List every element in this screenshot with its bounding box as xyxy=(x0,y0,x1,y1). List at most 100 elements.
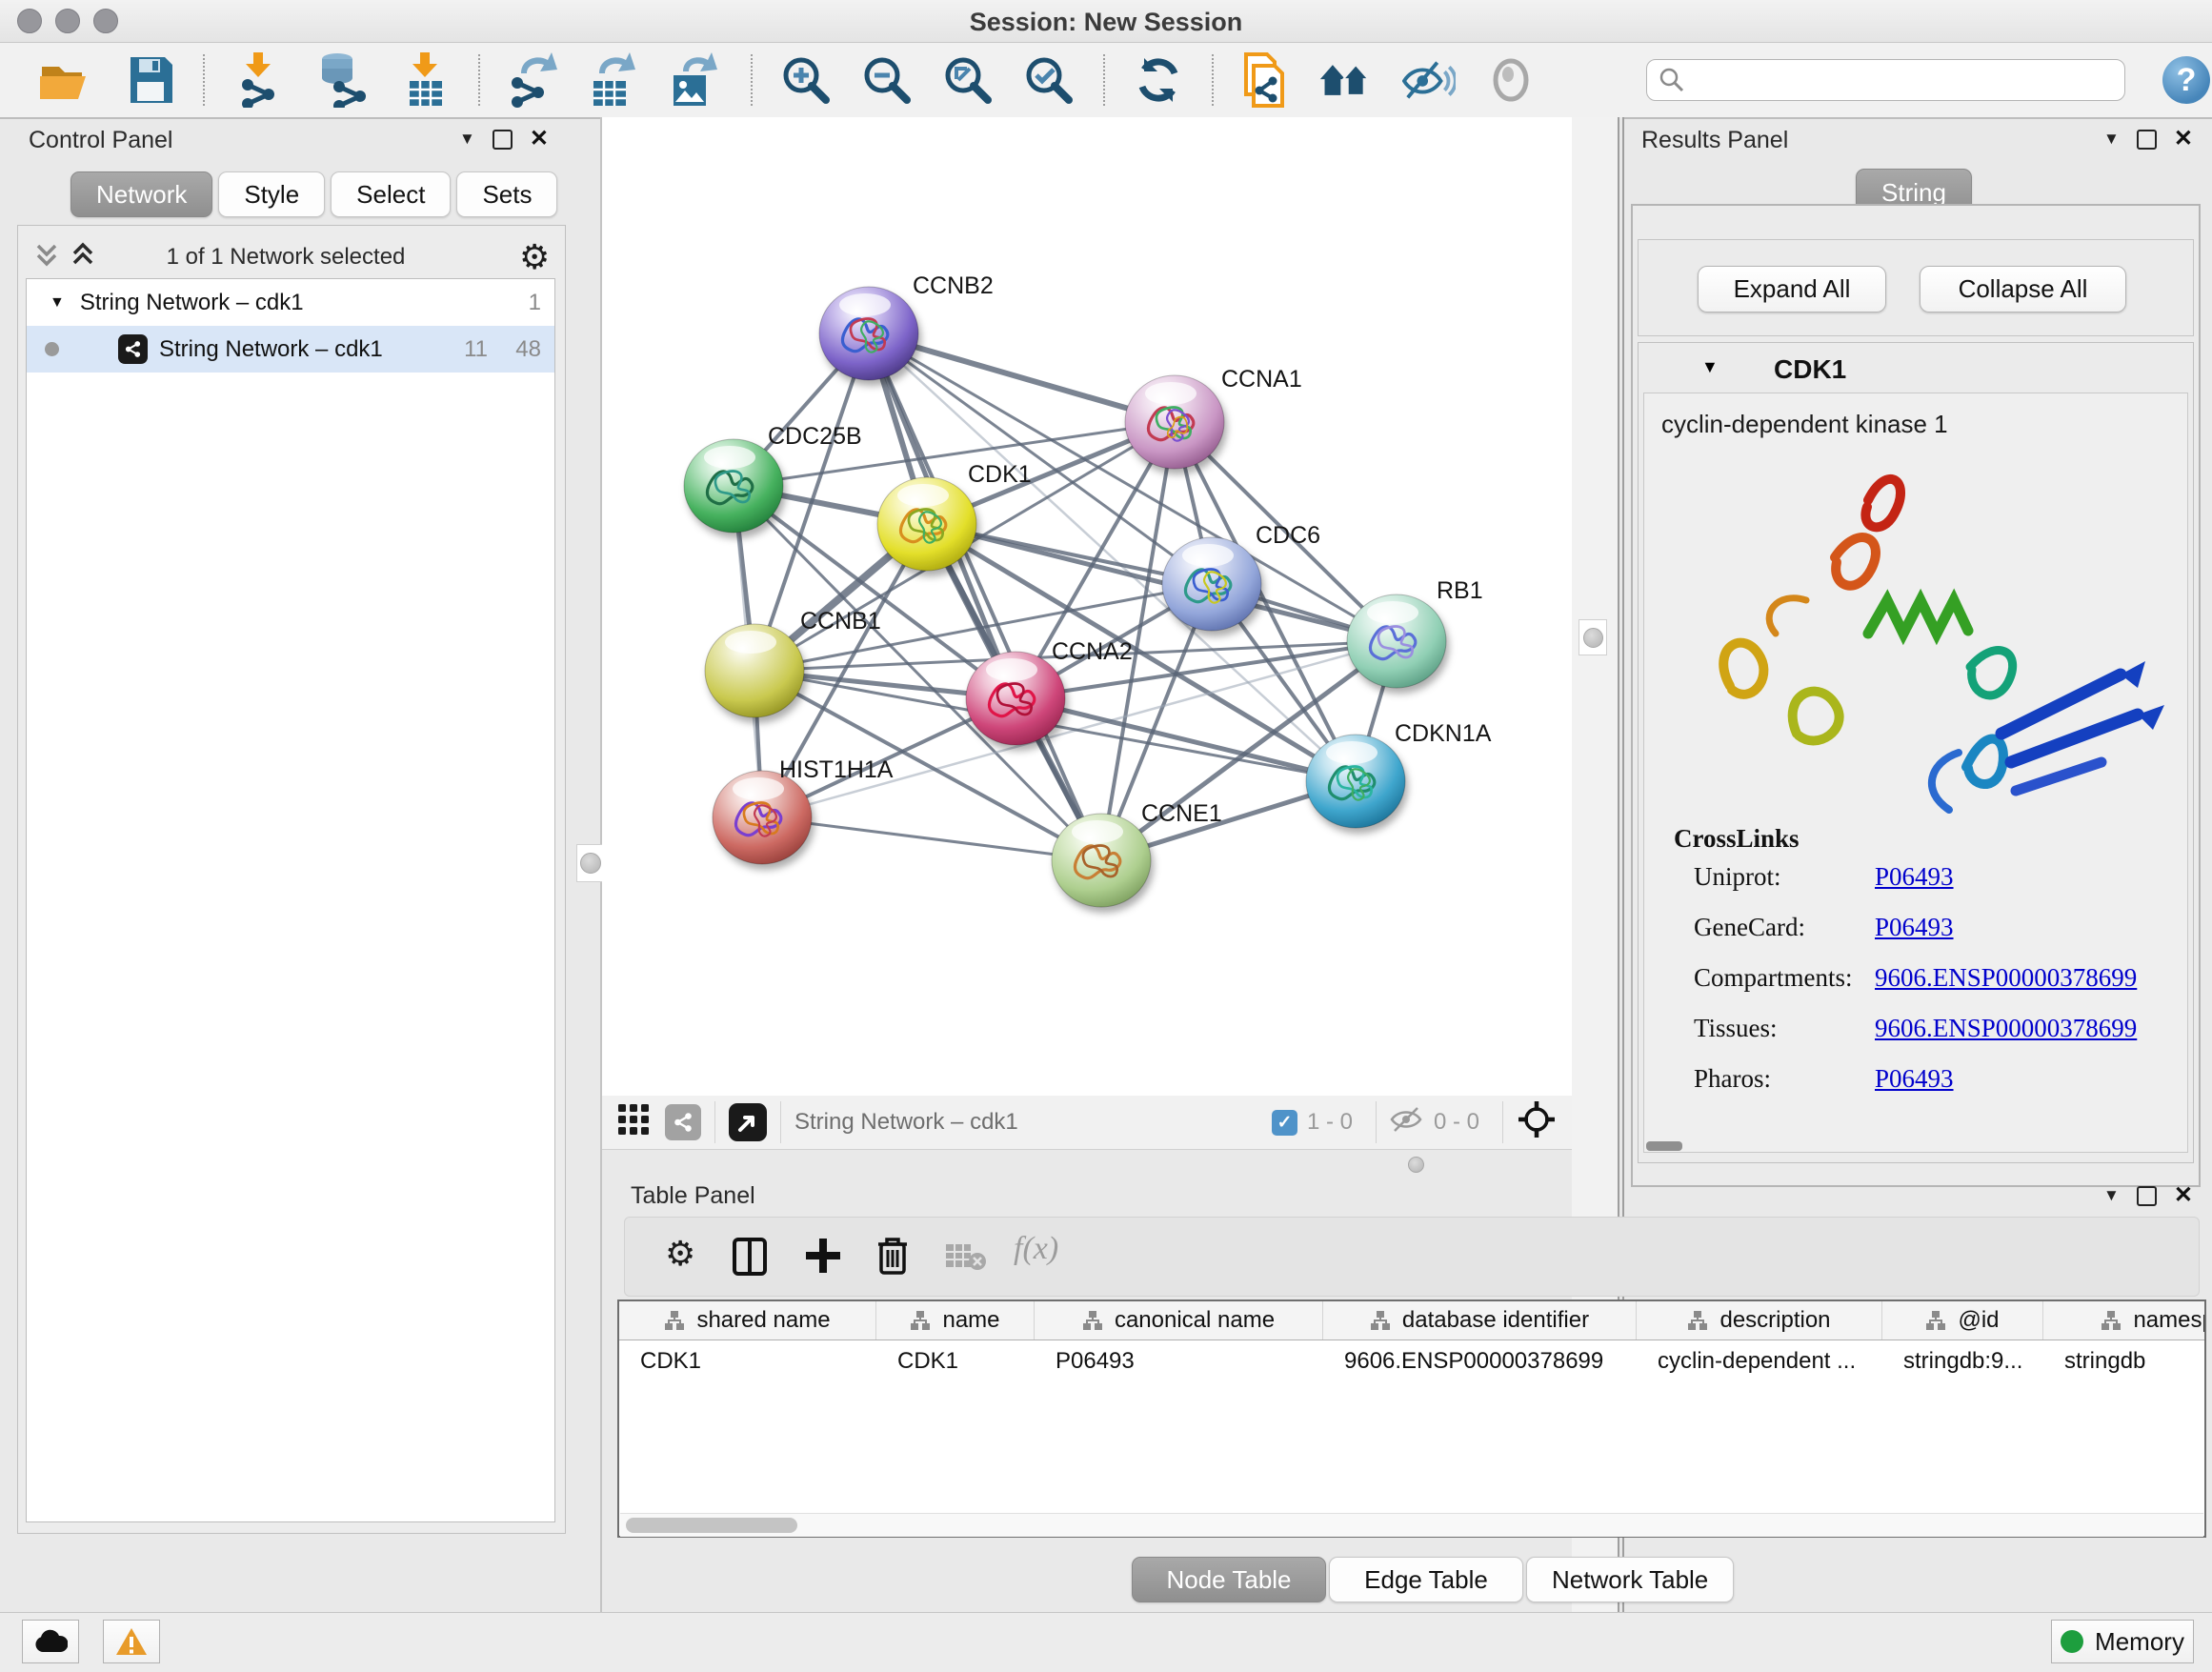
tab-network[interactable]: Network xyxy=(70,171,212,217)
import-table-button[interactable] xyxy=(398,52,452,108)
zoom-fit-button[interactable] xyxy=(941,52,995,108)
horizontal-splitter-handle[interactable] xyxy=(1408,1157,1424,1173)
tab-network-table[interactable]: Network Table xyxy=(1526,1557,1734,1602)
open-session-button[interactable] xyxy=(38,52,91,108)
import-network-button[interactable] xyxy=(233,52,287,108)
table-options-gear-icon[interactable]: ⚙ xyxy=(665,1237,695,1271)
export-image-button[interactable] xyxy=(667,52,720,108)
node-label-CDC6: CDC6 xyxy=(1256,522,1320,549)
column-header-database-identifier[interactable]: database identifier xyxy=(1323,1301,1637,1340)
network-options-gear-icon[interactable]: ⚙ xyxy=(519,240,550,274)
delete-column-icon[interactable] xyxy=(875,1235,911,1281)
expand-all-networks-icon[interactable] xyxy=(69,238,97,275)
network-collection-row[interactable]: ▼ String Network – cdk1 1 xyxy=(27,279,554,326)
memory-button[interactable]: Memory xyxy=(2051,1620,2194,1663)
close-panel-icon[interactable]: ✕ xyxy=(2174,1184,2193,1207)
search-box xyxy=(1646,59,2125,101)
node-CCNA1[interactable]: CCNA1 xyxy=(1125,366,1302,469)
delete-table-icon[interactable] xyxy=(945,1240,987,1278)
search-input[interactable] xyxy=(1693,66,2124,94)
node-label-CCNB1: CCNB1 xyxy=(800,608,881,635)
table-cell[interactable]: CDK1 xyxy=(876,1340,1035,1382)
float-panel-icon[interactable] xyxy=(2137,130,2157,150)
zoom-selected-button[interactable] xyxy=(1022,52,1076,108)
network-row-selected[interactable]: String Network – cdk1 11 48 xyxy=(27,326,554,373)
column-header-@id[interactable]: @id xyxy=(1882,1301,2043,1340)
crosslink-link[interactable]: 9606.ENSP00000378699 xyxy=(1875,1014,2137,1043)
tree-expander-icon[interactable]: ▼ xyxy=(50,294,65,312)
collapse-panel-icon[interactable]: ▼ xyxy=(459,130,475,149)
crosslink-link[interactable]: P06493 xyxy=(1875,1064,1954,1094)
table-cell[interactable]: stringdb:9... xyxy=(1882,1340,2043,1382)
birdseye-crosshair-icon[interactable] xyxy=(1517,1099,1557,1146)
import-database-button[interactable] xyxy=(314,52,368,108)
cloud-status-button[interactable] xyxy=(22,1620,79,1663)
table-cell[interactable]: cyclin-dependent ... xyxy=(1637,1340,1882,1382)
results-hscroll-thumb[interactable] xyxy=(1646,1141,1682,1151)
tab-node-table[interactable]: Node Table xyxy=(1132,1557,1326,1602)
export-table-button[interactable] xyxy=(585,52,638,108)
zoom-out-icon xyxy=(861,54,913,106)
column-header-description[interactable]: description xyxy=(1637,1301,1882,1340)
selected-checkbox-icon[interactable]: ✓ xyxy=(1272,1110,1297,1136)
node-HIST1H1A[interactable]: HIST1H1A xyxy=(713,756,894,864)
collapse-all-networks-icon[interactable] xyxy=(32,238,61,275)
network-row-label: String Network – cdk1 xyxy=(159,336,383,363)
copy-document-icon xyxy=(1240,52,1290,108)
network-canvas[interactable]: CCNB2CCNA1CDC25BCDK1CDC6RB1CCNB1CCNA2CDK… xyxy=(602,117,1572,1096)
function-builder-icon[interactable]: f(x) xyxy=(1014,1231,1058,1267)
float-panel-icon[interactable] xyxy=(2137,1186,2157,1206)
tab-style[interactable]: Style xyxy=(218,171,325,217)
hidden-eye-icon[interactable] xyxy=(1390,1105,1424,1140)
table-row[interactable]: CDK1CDK1P064939606.ENSP00000378699cyclin… xyxy=(619,1340,2204,1382)
left-splitter-handle[interactable] xyxy=(576,844,605,882)
zoom-out-button[interactable] xyxy=(860,52,914,108)
collapse-panel-icon[interactable]: ▼ xyxy=(2103,1186,2120,1205)
separator xyxy=(714,1101,715,1143)
add-column-icon[interactable] xyxy=(804,1237,842,1279)
copy-network-button[interactable] xyxy=(1238,52,1292,108)
tab-select[interactable]: Select xyxy=(331,171,451,217)
zoom-in-button[interactable] xyxy=(779,52,833,108)
network-share-view-icon[interactable] xyxy=(665,1104,701,1140)
collapse-panel-icon[interactable]: ▼ xyxy=(2103,130,2120,149)
crosslink-link[interactable]: P06493 xyxy=(1875,862,1954,892)
first-neighbors-button[interactable] xyxy=(1318,52,1372,108)
save-session-button[interactable] xyxy=(124,52,177,108)
table-hscroll-thumb[interactable] xyxy=(626,1518,797,1533)
help-button[interactable]: ? xyxy=(2162,56,2210,104)
collection-label: String Network – cdk1 xyxy=(80,290,304,316)
crosslink-link[interactable]: 9606.ENSP00000378699 xyxy=(1875,963,2137,993)
close-panel-icon[interactable]: ✕ xyxy=(530,128,549,151)
node-CCNB1[interactable]: CCNB1 xyxy=(705,608,881,717)
node-CDK1[interactable]: CDK1 xyxy=(877,461,1032,571)
hide-selected-button[interactable] xyxy=(1402,52,1456,108)
table-hscrollbar xyxy=(620,1513,2203,1537)
show-columns-icon[interactable] xyxy=(732,1237,768,1281)
column-header-name[interactable]: name xyxy=(876,1301,1035,1340)
column-header-namespace[interactable]: namespace xyxy=(2043,1301,2206,1340)
table-cell[interactable]: 9606.ENSP00000378699 xyxy=(1323,1340,1637,1382)
warnings-button[interactable] xyxy=(103,1620,160,1663)
show-all-button[interactable] xyxy=(1484,52,1538,108)
tab-sets[interactable]: Sets xyxy=(456,171,557,217)
column-header-shared-name[interactable]: shared name xyxy=(619,1301,876,1340)
collapse-all-button[interactable]: Collapse All xyxy=(1920,266,2126,312)
detach-view-icon[interactable] xyxy=(729,1103,767,1141)
node-RB1[interactable]: RB1 xyxy=(1347,577,1483,688)
column-header-canonical-name[interactable]: canonical name xyxy=(1035,1301,1323,1340)
close-panel-icon[interactable]: ✕ xyxy=(2174,128,2193,151)
section-expander-icon[interactable]: ▼ xyxy=(1701,357,1719,377)
right-splitter-handle[interactable] xyxy=(1579,619,1607,655)
crosslink-link[interactable]: P06493 xyxy=(1875,913,1954,942)
float-panel-icon[interactable] xyxy=(493,130,513,150)
table-cell[interactable]: stringdb xyxy=(2043,1340,2206,1382)
refresh-button[interactable] xyxy=(1132,52,1185,108)
tab-edge-table[interactable]: Edge Table xyxy=(1329,1557,1523,1602)
grid-view-icon[interactable] xyxy=(617,1103,650,1142)
network-graph[interactable]: CCNB2CCNA1CDC25BCDK1CDC6RB1CCNB1CCNA2CDK… xyxy=(602,117,1572,1096)
table-cell[interactable]: P06493 xyxy=(1035,1340,1323,1382)
table-cell[interactable]: CDK1 xyxy=(619,1340,876,1382)
export-network-button[interactable] xyxy=(505,52,558,108)
expand-all-button[interactable]: Expand All xyxy=(1698,266,1886,312)
